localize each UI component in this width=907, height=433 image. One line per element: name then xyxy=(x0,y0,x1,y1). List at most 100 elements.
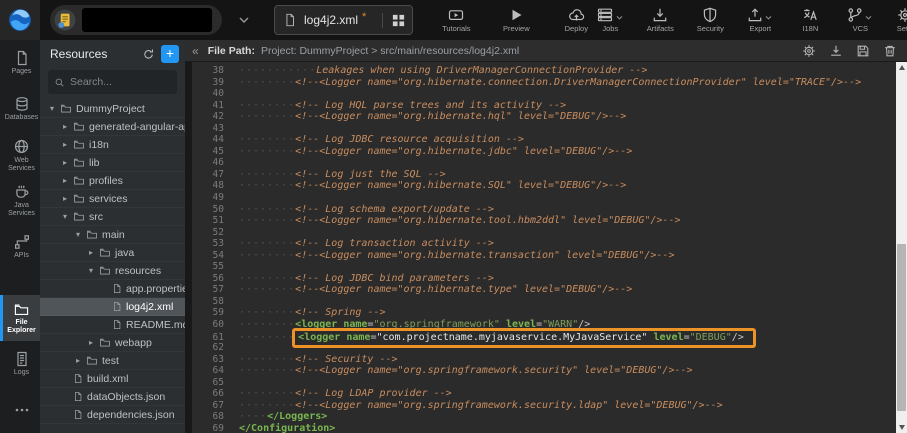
deploy-button[interactable]: Deploy xyxy=(559,7,593,33)
tree-item-log4j2.xml[interactable]: log4j2.xml xyxy=(40,298,185,316)
refresh-icon[interactable] xyxy=(142,48,155,61)
tree-item-README.md[interactable]: README.md xyxy=(40,316,185,334)
tree-item-i18n[interactable]: ▸i18n xyxy=(40,136,185,154)
code-line[interactable]: 41········<!-- Log HQL parse trees and i… xyxy=(192,100,907,112)
trash-icon[interactable] xyxy=(883,44,897,58)
scrollbar-thumb[interactable] xyxy=(897,244,906,411)
code-line[interactable]: 47········<!-- Log just the SQL --> xyxy=(192,169,907,181)
expand-arrow-icon[interactable]: ▸ xyxy=(87,338,95,347)
tree-item-generated-angular-app[interactable]: ▸generated-angular-app xyxy=(40,118,185,136)
expand-arrow-icon[interactable]: ▸ xyxy=(74,356,82,365)
tree-item-app.properties[interactable]: app.properties xyxy=(40,280,185,298)
export-button[interactable]: Export xyxy=(743,7,777,33)
i18n-button[interactable]: I18N xyxy=(793,7,827,33)
sidebar-item-file-explorer[interactable]: File Explorer xyxy=(0,295,40,341)
expand-arrow-icon[interactable]: ▸ xyxy=(61,194,69,203)
code-line[interactable]: 63········<!-- Security --> xyxy=(192,354,907,366)
code-line[interactable]: 52 xyxy=(192,227,907,239)
code-line[interactable]: 46 xyxy=(192,157,907,169)
tree-item-test[interactable]: ▸ test xyxy=(40,352,185,370)
tree-item-src[interactable]: ▾src xyxy=(40,208,185,226)
tree-item-DummyProject[interactable]: ▾DummyProject xyxy=(40,100,185,118)
tutorials-button[interactable]: Tutorials xyxy=(439,7,473,33)
artifacts-button[interactable]: Artifacts xyxy=(643,7,677,33)
code-line[interactable]: 57········<!--<Logger name="org.hibernat… xyxy=(192,284,907,296)
expand-arrow-icon[interactable]: ▸ xyxy=(87,248,95,257)
app-logo[interactable] xyxy=(0,0,40,40)
scroll-up-arrow[interactable] xyxy=(896,62,907,73)
code-line[interactable]: 42········<!--<Logger name="org.hibernat… xyxy=(192,111,907,123)
code-line[interactable]: 67········<!--<Logger name="org.springfr… xyxy=(192,400,907,412)
grid-icon[interactable] xyxy=(382,13,406,28)
download-icon[interactable] xyxy=(829,44,843,58)
code-line[interactable]: 65 xyxy=(192,377,907,389)
code-line[interactable]: 55 xyxy=(192,261,907,273)
tree-item-build.xml[interactable]: build.xml xyxy=(40,370,185,388)
expand-arrow-icon[interactable]: ▸ xyxy=(61,158,69,167)
project-selector[interactable] xyxy=(50,5,222,35)
add-resource-button[interactable]: + xyxy=(161,45,179,63)
tree-item-dependencies.json[interactable]: dependencies.json xyxy=(40,406,185,424)
sidebar-item-web-services[interactable]: Web Services xyxy=(0,132,40,178)
code-line[interactable]: 61········<logger name="com.projectname.… xyxy=(192,331,907,343)
settings-button[interactable]: Settings xyxy=(893,7,907,33)
code-line[interactable]: 51········<!--<Logger name="org.hibernat… xyxy=(192,215,907,227)
sidebar-item-apis[interactable]: APIs xyxy=(0,224,40,270)
save-icon[interactable] xyxy=(856,44,870,58)
gear-icon[interactable] xyxy=(802,44,816,58)
expand-arrow-icon[interactable]: ▾ xyxy=(74,230,82,239)
code-line[interactable]: 45········<!--<Logger name="org.hibernat… xyxy=(192,146,907,158)
code-line[interactable]: 59········<!-- Spring --> xyxy=(192,307,907,319)
code-line[interactable]: 58 xyxy=(192,296,907,308)
code-line[interactable]: 44········<!-- Log JDBC resource acquisi… xyxy=(192,134,907,146)
sidebar-item-more[interactable] xyxy=(0,387,40,433)
tree-item-java[interactable]: ▸java xyxy=(40,244,185,262)
code-line[interactable]: 68····</Loggers> xyxy=(192,411,907,423)
tree-item-label: test xyxy=(102,355,119,367)
sidebar-item-logs[interactable]: Logs xyxy=(0,341,40,387)
sidebar-item-pages[interactable]: Pages xyxy=(0,40,40,86)
sidebar-item-java-services[interactable]: Java Services xyxy=(0,178,40,224)
chevron-down-icon[interactable] xyxy=(236,12,252,28)
tree-item-webapp[interactable]: ▸webapp xyxy=(40,334,185,352)
code-line[interactable]: 53········<!-- Log transaction activity … xyxy=(192,238,907,250)
tree-item-main[interactable]: ▾main xyxy=(40,226,185,244)
highlighted-line-box: <logger name="com.projectname.myjavaserv… xyxy=(292,328,756,349)
tree-item-resources[interactable]: ▾resources xyxy=(40,262,185,280)
code-line[interactable]: 66········<!-- Log LDAP provider --> xyxy=(192,388,907,400)
tree-item-lib[interactable]: ▸lib xyxy=(40,154,185,172)
code-line[interactable]: 40 xyxy=(192,88,907,100)
code-editor[interactable]: 38···········Leakages when using DriverM… xyxy=(185,62,907,433)
tree-folder-icon xyxy=(73,193,85,204)
expand-arrow-icon[interactable]: ▾ xyxy=(48,104,56,113)
code-line[interactable]: 69</Configuration> xyxy=(192,423,907,433)
expand-arrow-icon[interactable]: ▸ xyxy=(61,176,69,185)
code-line[interactable]: 39········<!--<Logger name="org.hibernat… xyxy=(192,77,907,89)
code-line[interactable]: 49 xyxy=(192,192,907,204)
editor-scrollbar[interactable] xyxy=(896,62,907,433)
expand-arrow-icon[interactable]: ▸ xyxy=(61,122,69,131)
tree-item-profiles[interactable]: ▸profiles xyxy=(40,172,185,190)
search-input[interactable] xyxy=(70,76,171,88)
tree-item-dataObjects.json[interactable]: dataObjects.json xyxy=(40,388,185,406)
scroll-down-arrow[interactable] xyxy=(896,422,907,433)
security-button[interactable]: Security xyxy=(693,7,727,33)
jobs-button[interactable]: Jobs xyxy=(593,7,627,33)
sidebar-item-databases[interactable]: Databases xyxy=(0,86,40,132)
code-line[interactable]: 50········<!-- Log schema export/update … xyxy=(192,204,907,216)
code-line[interactable]: 38···········Leakages when using DriverM… xyxy=(192,65,907,77)
tree-item-services[interactable]: ▸services xyxy=(40,190,185,208)
expand-arrow-icon[interactable]: ▾ xyxy=(87,266,95,275)
code-line[interactable]: 56········<!-- Log JDBC bind parameters … xyxy=(192,273,907,285)
code-line[interactable]: 48········<!--<Logger name="org.hibernat… xyxy=(192,180,907,192)
indent-whitespace: ········ xyxy=(239,180,295,191)
expand-arrow-icon[interactable]: ▸ xyxy=(61,140,69,149)
tab-log4j2[interactable]: log4j2.xml * xyxy=(274,5,413,35)
code-line[interactable]: 43 xyxy=(192,123,907,135)
collapse-panel-icon[interactable]: « xyxy=(189,44,202,58)
code-line[interactable]: 54········<!--<Logger name="org.hibernat… xyxy=(192,250,907,262)
code-line[interactable]: 64········<!--<Logger name="org.springfr… xyxy=(192,365,907,377)
expand-arrow-icon[interactable]: ▾ xyxy=(61,212,69,221)
preview-button[interactable]: Preview xyxy=(499,7,533,33)
vcs-button[interactable]: VCS xyxy=(843,7,877,33)
